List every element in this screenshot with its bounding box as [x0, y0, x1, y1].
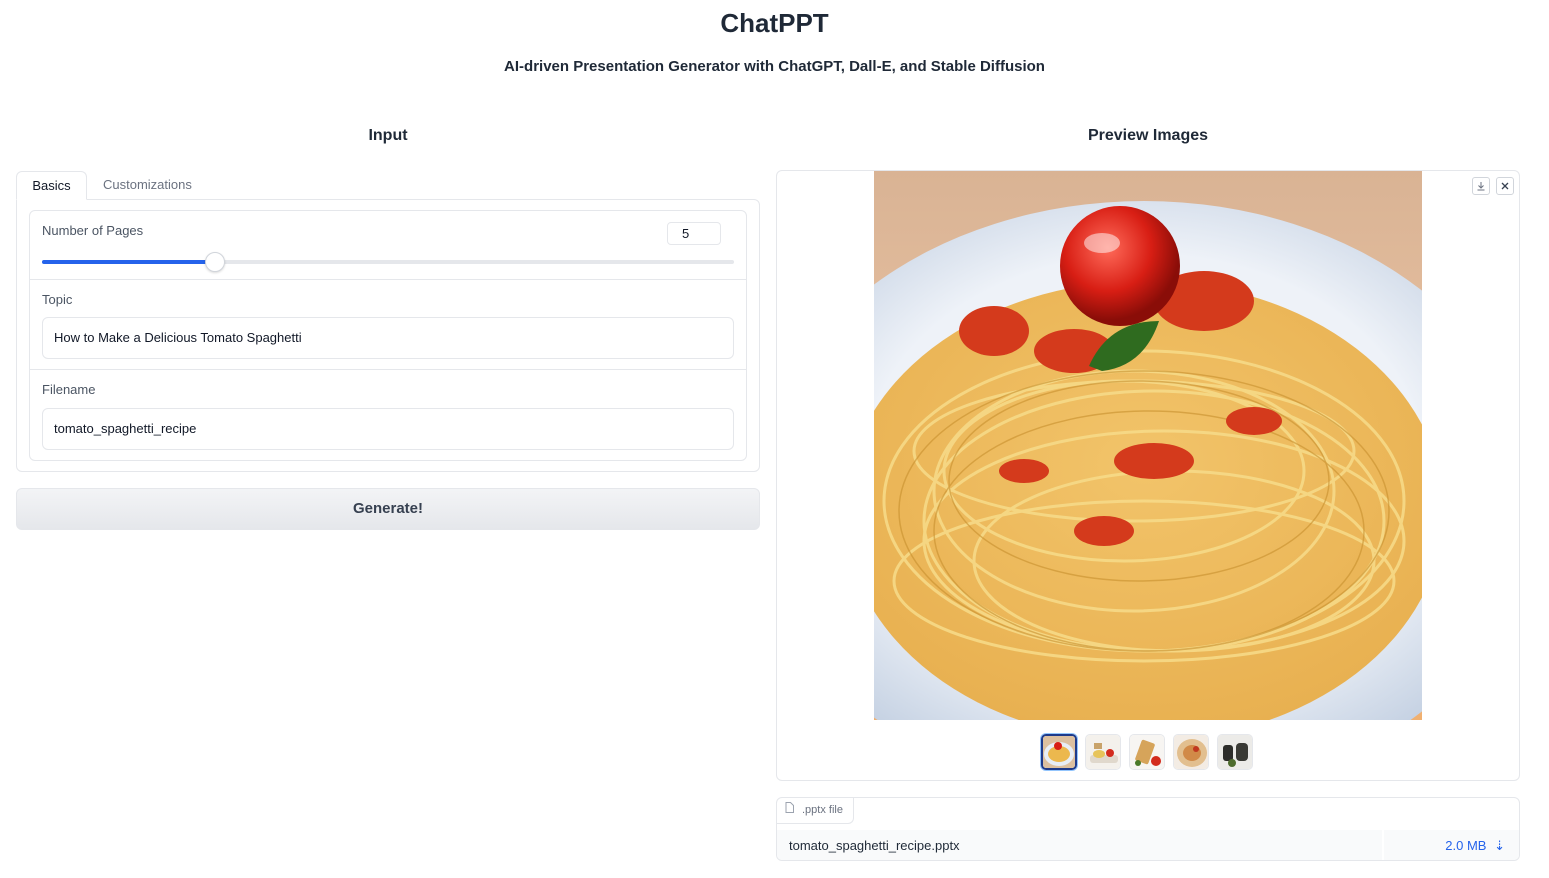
close-icon[interactable]	[1496, 177, 1514, 195]
file-row[interactable]: tomato_spaghetti_recipe.pptx 2.0 MB ⇣	[777, 830, 1519, 860]
download-icon[interactable]	[1472, 177, 1490, 195]
file-row-divider	[1382, 830, 1384, 860]
filename-label: Filename	[42, 382, 96, 397]
filename-input[interactable]: tomato_spaghetti_recipe	[42, 408, 734, 450]
thumbnail-4[interactable]	[1173, 734, 1209, 770]
file-size: 2.0 MB	[1445, 838, 1487, 853]
file-label-text: .pptx file	[802, 804, 843, 816]
thumbnail-strip	[1041, 734, 1253, 770]
generate-button[interactable]: Generate!	[16, 488, 760, 530]
basics-panel: Number of Pages 5 Topic How to Make a De…	[16, 199, 760, 472]
form-box: Number of Pages 5 Topic How to Make a De…	[29, 210, 747, 461]
thumbnail-5[interactable]	[1217, 734, 1253, 770]
tab-basics[interactable]: Basics	[16, 171, 87, 200]
app-title: ChatPPT	[720, 8, 829, 38]
file-name: tomato_spaghetti_recipe.pptx	[789, 838, 960, 853]
app-subtitle: AI-driven Presentation Generator with Ch…	[504, 58, 1045, 75]
pages-label: Number of Pages	[42, 223, 144, 238]
preview-gallery	[776, 170, 1520, 781]
thumbnail-1[interactable]	[1041, 734, 1077, 770]
input-heading: Input	[368, 127, 408, 144]
pages-block: Number of Pages 5	[30, 211, 746, 280]
pages-number-input[interactable]: 5	[667, 222, 721, 245]
preview-heading: Preview Images	[1087, 127, 1209, 144]
file-icon	[785, 798, 794, 823]
thumbnail-3[interactable]	[1129, 734, 1165, 770]
tab-customizations[interactable]: Customizations	[87, 171, 208, 200]
slider-thumb[interactable]	[205, 252, 225, 272]
slider-fill	[42, 260, 215, 264]
filename-block: Filename tomato_spaghetti_recipe	[30, 370, 746, 460]
file-output-label: .pptx file	[777, 798, 854, 824]
download-arrow-icon: ⇣	[1494, 838, 1505, 853]
topic-block: Topic How to Make a Delicious Tomato Spa…	[30, 280, 746, 370]
thumbnail-2[interactable]	[1085, 734, 1121, 770]
pages-slider[interactable]	[42, 252, 734, 272]
preview-image[interactable]	[874, 171, 1422, 720]
topic-label: Topic	[42, 292, 73, 307]
file-output: .pptx file tomato_spaghetti_recipe.pptx …	[776, 797, 1520, 861]
gallery-toolbar	[1472, 177, 1514, 195]
topic-input[interactable]: How to Make a Delicious Tomato Spaghetti	[42, 317, 734, 359]
file-download-link[interactable]: 2.0 MB ⇣	[1445, 830, 1505, 860]
tabs-bar: Basics Customizations	[16, 171, 760, 200]
